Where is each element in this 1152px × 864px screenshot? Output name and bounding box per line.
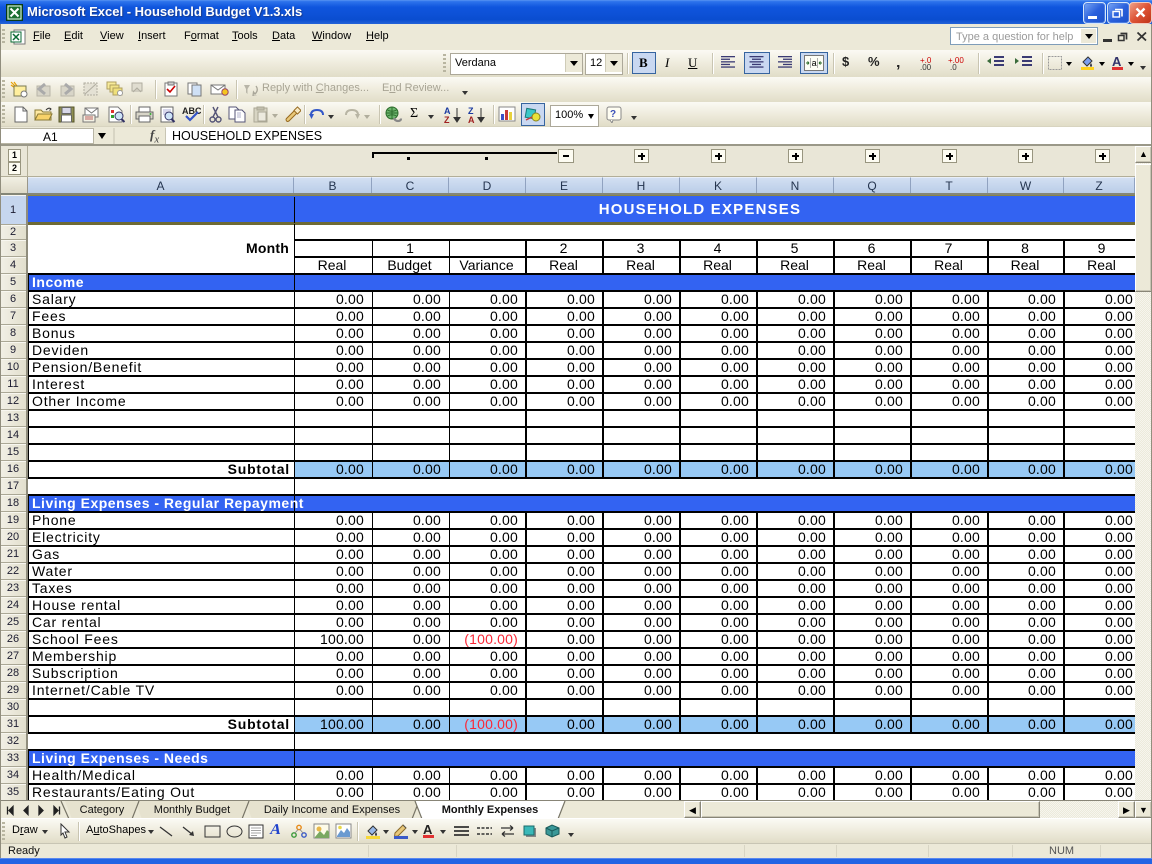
svg-text:.0: .0 [950,63,957,70]
svg-text:?: ? [610,109,616,120]
svg-text:Z: Z [444,115,450,124]
svg-text:.00: .00 [920,63,932,70]
svg-text:ABC: ABC [182,106,201,116]
svg-text:A: A [468,115,475,124]
svg-text:a: a [812,58,817,68]
